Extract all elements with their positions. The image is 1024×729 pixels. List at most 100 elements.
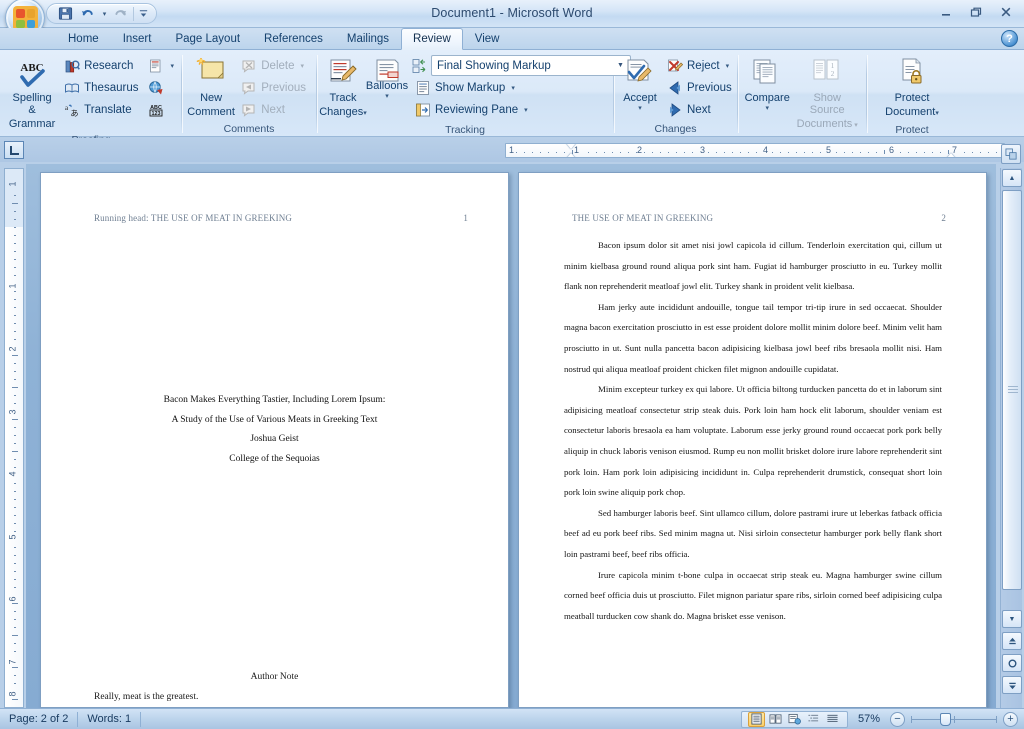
show-source-documents-button[interactable]: 1 2 Show Source Documents ▾ — [792, 54, 862, 135]
help-icon[interactable]: ? — [1001, 30, 1018, 47]
zoom-level[interactable]: 57% — [848, 713, 890, 725]
restore-button[interactable] — [961, 2, 990, 22]
zoom-slider[interactable]: − + — [890, 711, 1018, 727]
vruler-tick — [14, 371, 16, 372]
thesaurus-label: Thesaurus — [84, 81, 139, 94]
document-page-1[interactable]: Running head: THE USE OF MEAT IN GREEKIN… — [40, 172, 509, 708]
svg-text:123: 123 — [152, 111, 161, 117]
research-button[interactable]: Research — [61, 55, 144, 76]
vruler-number: 8 — [7, 691, 18, 697]
track-changes-button[interactable]: Track Changes▾ — [319, 54, 367, 123]
word-count-status[interactable]: Words: 1 — [78, 709, 140, 729]
new-comment-label-1: New — [200, 92, 223, 104]
next-change-button[interactable]: Next — [664, 99, 738, 120]
ruler-tick — [516, 152, 517, 153]
word-count-button[interactable]: ABC 123 — [145, 99, 177, 120]
protect-document-label-2: Document▾ — [885, 106, 939, 118]
vertical-scrollbar[interactable]: ▲ ▼ — [1000, 168, 1022, 708]
scroll-up-icon[interactable]: ▲ — [1002, 169, 1022, 187]
thesaurus-button[interactable]: Thesaurus — [61, 77, 144, 98]
balloons-button[interactable]: Balloons ▾ — [365, 54, 409, 103]
research-label: Research — [84, 59, 134, 72]
outline-view-button[interactable] — [805, 712, 822, 727]
tab-home[interactable]: Home — [56, 28, 111, 49]
web-layout-view-button[interactable] — [786, 712, 803, 727]
scroll-down-icon[interactable]: ▼ — [1002, 610, 1022, 628]
minimize-button[interactable] — [931, 2, 960, 22]
horizontal-ruler[interactable]: 11234567 — [505, 143, 1005, 158]
select-browse-object-top-icon[interactable] — [1001, 144, 1021, 164]
zoom-track[interactable] — [911, 712, 997, 727]
zoom-in-button[interactable]: + — [1003, 711, 1018, 727]
vruler-tick — [14, 363, 16, 364]
view-buttons — [740, 710, 848, 728]
spelling-grammar-label-1: Spelling & — [12, 92, 52, 116]
ruler-tick — [524, 152, 525, 153]
tab-references[interactable]: References — [252, 28, 335, 49]
compare-caret-icon[interactable]: ▾ — [765, 104, 769, 112]
ruler-number: 6 — [889, 145, 895, 155]
ruler-tick — [804, 152, 805, 153]
draft-view-button[interactable] — [824, 712, 841, 727]
previous-page-icon[interactable] — [1002, 632, 1022, 650]
vruler-tick — [14, 491, 16, 492]
vruler-tick — [14, 675, 16, 676]
tab-review[interactable]: Review — [401, 28, 463, 50]
tab-mailings[interactable]: Mailings — [335, 28, 401, 49]
ruler-tick — [748, 152, 749, 153]
page-info[interactable]: Page: 2 of 2 — [0, 709, 77, 729]
vruler-number: 2 — [7, 346, 18, 352]
scrollbar-thumb[interactable] — [1002, 190, 1022, 590]
compare-button[interactable]: Compare ▾ — [742, 54, 792, 115]
ribbon-group-compare: Compare ▾ 1 2 Show Source Documents ▾ — [738, 51, 866, 148]
vruler-tick — [14, 499, 16, 500]
ruler-tick — [844, 152, 845, 153]
translate-button[interactable]: a あ Translate — [61, 99, 144, 120]
ruler-tick — [820, 152, 821, 153]
zoom-thumb[interactable] — [940, 712, 951, 726]
translate-label: Translate — [84, 103, 132, 116]
indent-marker[interactable] — [946, 153, 956, 157]
indent-marker[interactable] — [566, 153, 576, 157]
vruler-tick — [14, 523, 16, 524]
next-comment-icon — [241, 102, 257, 118]
balloons-caret-icon[interactable]: ▾ — [385, 92, 389, 100]
full-screen-reading-view-button[interactable] — [767, 712, 784, 727]
ribbon-group-tracking: Track Changes▾ Balloons ▾ Final Showing … — [317, 51, 631, 136]
new-comment-button[interactable]: New Comment — [186, 54, 236, 121]
accept-caret-icon[interactable]: ▾ — [638, 104, 642, 112]
vruler-tick — [14, 259, 16, 260]
previous-comment-button[interactable]: Previous — [238, 77, 312, 98]
page2-body[interactable]: Bacon ipsum dolor sit amet nisi jowl cap… — [564, 235, 942, 626]
display-for-review-dropdown[interactable]: Final Showing Markup ▼ — [431, 55, 631, 76]
delete-comment-button[interactable]: Delete ▾ — [238, 55, 312, 76]
tab-insert[interactable]: Insert — [111, 28, 164, 49]
indent-marker[interactable] — [566, 144, 576, 149]
spelling-and-grammar-button[interactable]: ABC Spelling & Grammar — [5, 54, 59, 133]
select-browse-object-icon[interactable] — [1002, 654, 1022, 672]
left-tab-stop-icon[interactable] — [4, 141, 24, 159]
next-comment-button[interactable]: Next — [238, 99, 312, 120]
previous-change-button[interactable]: Previous — [664, 77, 738, 98]
document-page-2[interactable]: THE USE OF MEAT IN GREEKING 2 Bacon ipsu… — [518, 172, 987, 708]
vertical-ruler[interactable]: 1 1 2 3 4 5 6 7 8 — [4, 168, 24, 708]
document-canvas[interactable]: Running head: THE USE OF MEAT IN GREEKIN… — [26, 164, 996, 708]
tab-page-layout[interactable]: Page Layout — [163, 28, 252, 49]
close-button[interactable] — [991, 2, 1020, 22]
tab-view[interactable]: View — [463, 28, 512, 49]
ruler-tick — [628, 152, 629, 153]
vruler-tick — [14, 611, 16, 612]
zoom-out-button[interactable]: − — [890, 711, 905, 727]
show-markup-button[interactable]: Show Markup ▾ — [412, 77, 631, 98]
protect-document-button[interactable]: Protect Document▾ — [875, 54, 949, 123]
next-page-icon[interactable] — [1002, 676, 1022, 694]
translation-screentip-button[interactable]: ▾ — [145, 55, 177, 76]
set-language-button[interactable] — [145, 77, 177, 98]
print-layout-view-button[interactable] — [747, 711, 765, 727]
track-changes-label-2: Changes▾ — [319, 106, 367, 118]
reviewing-pane-button[interactable]: Reviewing Pane ▾ — [412, 99, 631, 120]
ruler-tick — [884, 150, 885, 154]
ruler-tick — [868, 152, 869, 153]
accept-button[interactable]: Accept ▾ — [618, 54, 662, 115]
reject-button[interactable]: Reject ▾ — [664, 55, 738, 76]
